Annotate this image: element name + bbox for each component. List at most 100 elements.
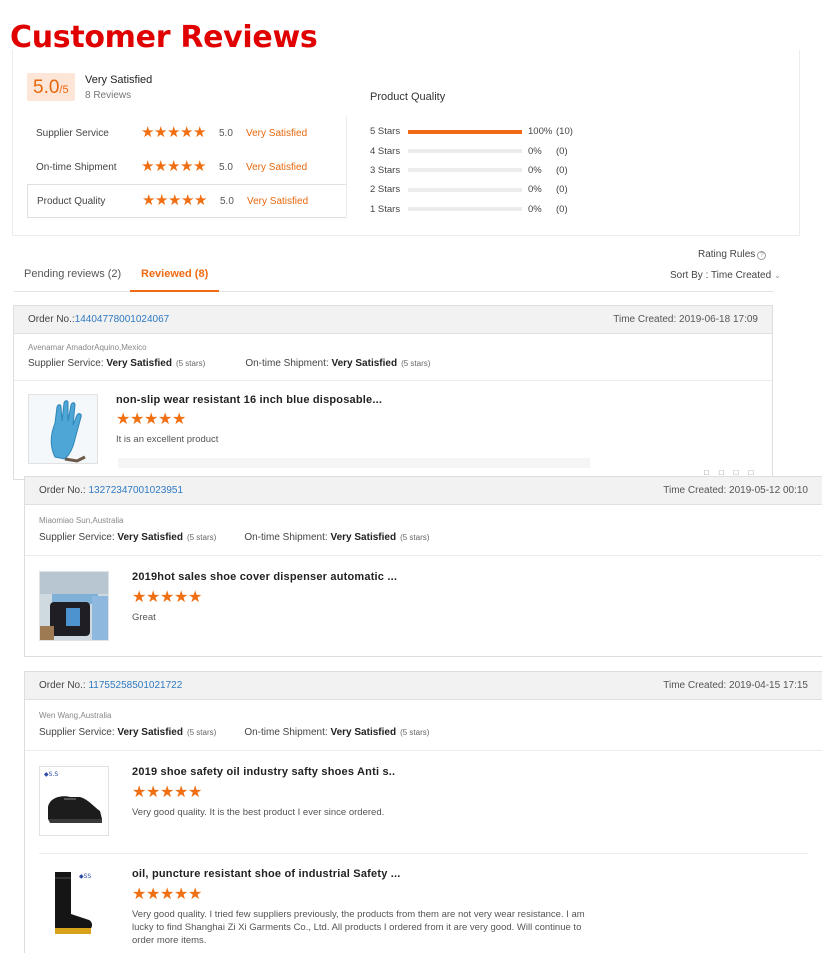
order-number-link[interactable]: 13272347001023951 [88,485,183,496]
distribution-row: 4 Stars 0% (0) [370,141,630,160]
distribution-label: 2 Stars [370,184,401,196]
star-icon: ★ [146,886,161,903]
star-icon: ★ [132,589,147,606]
review-comment: Very good quality. I tried few suppliers… [132,909,585,946]
product-thumbnail[interactable]: ◆SS [39,868,109,938]
distribution-percent: 100% [528,126,553,138]
star-icon: ★ [144,411,159,428]
tab-pending-reviews[interactable]: Pending reviews (2) [24,268,121,292]
svg-text:◆S.S: ◆S.S [44,771,58,778]
time-created-label: Time Created: [663,680,727,691]
distribution-row: 5 Stars 100% (10) [370,122,630,141]
dimension-score: 5.0 [220,195,234,207]
star-icon: ★ [116,411,131,428]
dimension-name: On-time Shipment [36,161,117,173]
dimension-level: Very Satisfied [246,161,308,173]
order-no-label: Order No.: [28,314,75,325]
product-rating-stars: ★ ★ ★ ★ ★ [116,411,187,428]
shipment-level: Very Satisfied [330,727,397,738]
shipment-label: On-time Shipment: [245,358,329,369]
star-icon: ★ [155,192,169,209]
dimension-score: 5.0 [219,161,233,173]
rating-rules-link[interactable]: Rating Rules? [698,249,767,260]
dimension-name: Supplier Service [36,127,109,139]
question-circle-icon: ? [757,251,767,260]
review-ratings-line: Supplier Service: Very Satisfied (5 stars… [39,532,429,543]
product-name-link[interactable]: 2019 shoe safety oil industry safty shoe… [132,766,395,778]
svg-text:◆SS: ◆SS [79,873,91,880]
distribution-bar-fill [408,129,522,134]
product-thumbnail[interactable] [39,571,109,641]
star-icon: ★ [174,589,189,606]
supplier-service-label: Supplier Service: [28,358,104,369]
distribution-count: (0) [556,145,568,157]
overall-score: 5.0 [33,77,60,98]
time-created-value: 2019-04-15 17:15 [729,680,808,691]
shipment-stars: (5 stars) [401,359,431,368]
shipment-stars: (5 stars) [400,533,430,542]
review-card: Order No.: 11755258501021722 Time Create… [24,671,822,953]
review-ratings-line: Supplier Service: Very Satisfied (5 stars… [39,727,429,738]
star-icon: ★ [141,158,155,175]
product-name-link[interactable]: oil, puncture resistant shoe of industri… [132,868,401,880]
tab-reviewed[interactable]: Reviewed (8) [130,268,220,292]
star-icon: ★ [194,192,208,209]
star-icon: ★ [167,158,181,175]
review-comment: It is an excellent product [116,434,219,445]
reply-box [118,458,590,468]
product-name-link[interactable]: non-slip wear resistant 16 inch blue dis… [116,394,382,406]
product-name-link[interactable]: 2019hot sales shoe cover dispenser autom… [132,571,397,583]
distribution-label: 3 Stars [370,164,401,176]
review-card: Order No.:14404778001024067 Time Created… [13,305,773,480]
distribution-bar [408,129,522,134]
distribution-title: Product Quality [370,91,446,103]
order-number-link[interactable]: 14404778001024067 [75,314,170,325]
product-rating-stars: ★ ★ ★ ★ ★ [132,886,203,903]
overall-satisfaction: Very Satisfied [85,74,153,86]
supplier-service-label: Supplier Service: [39,532,115,543]
distribution-bar [408,187,522,192]
review-header: Order No.: 13272347001023951 Time Create… [25,477,822,505]
dimension-stars: ★ ★ ★ ★ ★ [141,158,219,175]
review-card: Order No.: 13272347001023951 Time Create… [24,476,822,657]
supplier-service-level: Very Satisfied [117,532,183,543]
star-icon: ★ [188,589,203,606]
star-icon: ★ [174,784,189,801]
review-comment: Great [132,612,156,623]
dimension-name: Product Quality [37,195,106,207]
star-icon: ★ [188,886,203,903]
star-icon: ★ [160,886,175,903]
star-distribution: 5 Stars 100% (10) 4 Stars 0% (0) 3 Stars 0% (0) 2… [370,122,630,219]
buyer-info: Avenamar AmadorAquino,Mexico [28,343,147,352]
star-icon: ★ [168,192,182,209]
dimension-stars: ★ ★ ★ ★ ★ [141,124,219,141]
time-created-label: Time Created: [613,314,677,325]
overall-score-badge: 5.0/5 [27,73,75,101]
review-count: 8 Reviews [85,90,132,101]
supplier-service-level: Very Satisfied [106,358,172,369]
time-created-label: Time Created: [663,485,727,496]
supplier-service-level: Very Satisfied [117,727,183,738]
shipment-stars: (5 stars) [400,728,430,737]
star-icon: ★ [193,158,207,175]
distribution-row: 2 Stars 0% (0) [370,180,630,199]
star-icon: ★ [141,124,155,141]
dimension-row-selected[interactable]: Product Quality ★ ★ ★ ★ ★ 5.0 Very Satisfied [27,184,346,218]
dimension-row: Supplier Service ★ ★ ★ ★ ★ 5.0 Very Satisfie… [27,116,346,150]
product-thumbnail[interactable] [28,394,98,464]
star-icon: ★ [167,124,181,141]
rating-summary-card: 5.0/5 Very Satisfied 8 Reviews Supplier … [12,50,800,236]
star-icon: ★ [172,411,187,428]
dimension-ratings: Supplier Service ★ ★ ★ ★ ★ 5.0 Very Satisfie… [27,116,347,218]
shipment-level: Very Satisfied [330,532,397,543]
distribution-row: 1 Stars 0% (0) [370,200,630,219]
chevron-down-icon: ⌄ [774,271,781,280]
star-icon: ★ [154,124,168,141]
star-icon: ★ [160,589,175,606]
distribution-percent: 0% [528,145,542,157]
sort-by-dropdown[interactable]: Sort By : Time Created ⌄ [670,270,781,281]
product-thumbnail[interactable]: ◆S.S [39,766,109,836]
dimension-stars: ★ ★ ★ ★ ★ [142,192,220,209]
distribution-label: 1 Stars [370,203,401,215]
order-number-link[interactable]: 11755258501021722 [88,680,182,691]
